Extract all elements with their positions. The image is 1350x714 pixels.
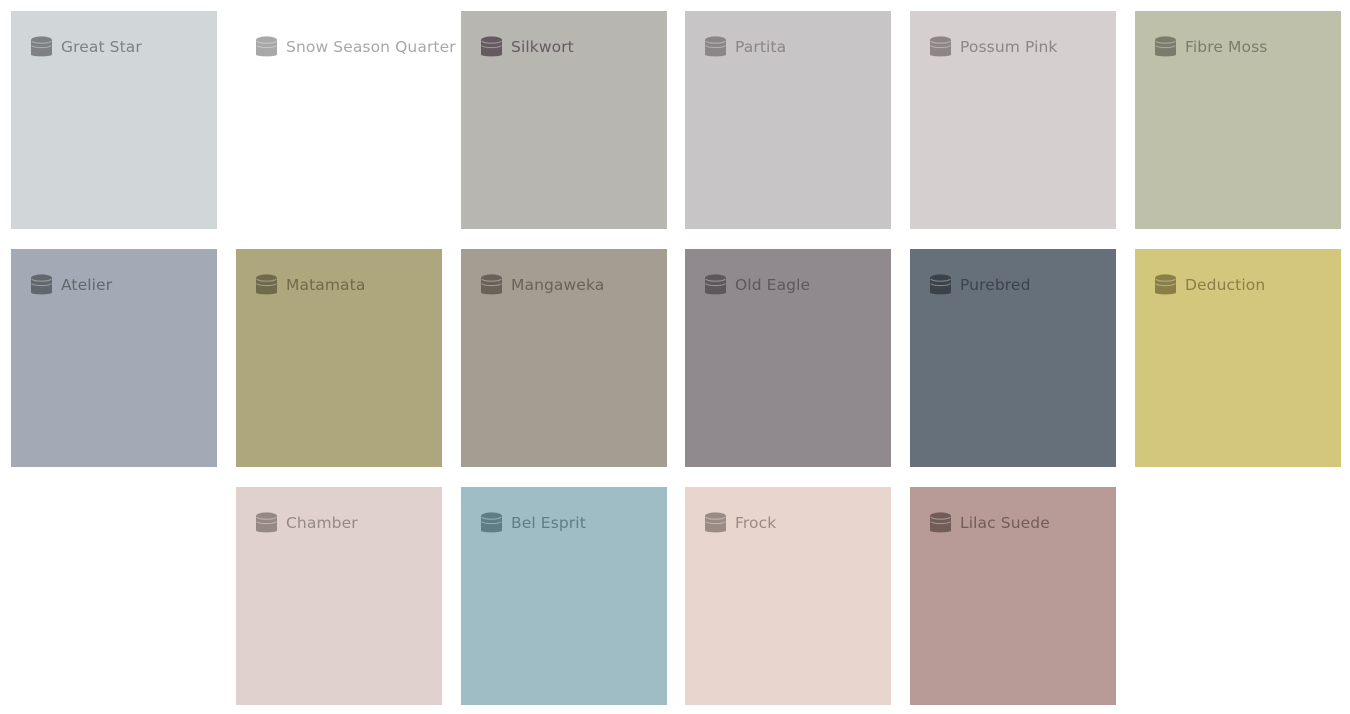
paint-can-icon bbox=[481, 274, 502, 296]
paint-can-icon bbox=[256, 36, 277, 58]
swatch-label: Partita bbox=[735, 38, 787, 56]
swatch-header: Frock bbox=[705, 512, 776, 534]
swatch-header: Great Star bbox=[31, 36, 142, 58]
swatch-atelier[interactable]: Atelier bbox=[11, 249, 217, 467]
paint-can-icon bbox=[705, 36, 726, 58]
paint-can-icon bbox=[930, 512, 951, 534]
swatch-label: Atelier bbox=[61, 276, 113, 294]
swatch-header: Snow Season Quarter bbox=[256, 36, 456, 58]
paint-can-icon bbox=[481, 512, 502, 534]
paint-can-icon bbox=[31, 274, 52, 296]
paint-can-icon bbox=[31, 36, 52, 58]
swatch-bel-esprit[interactable]: Bel Esprit bbox=[461, 487, 667, 705]
swatch-label: Frock bbox=[735, 514, 777, 532]
swatch-fibre-moss[interactable]: Fibre Moss bbox=[1135, 11, 1341, 229]
swatch-snow-season-quarter[interactable]: Snow Season Quarter bbox=[236, 11, 456, 229]
swatch-label: Mangaweka bbox=[511, 276, 605, 294]
swatch-mangaweka[interactable]: Mangaweka bbox=[461, 249, 667, 467]
paint-can-icon bbox=[930, 274, 951, 296]
swatch-header: Fibre Moss bbox=[1155, 36, 1267, 58]
swatch-header: Atelier bbox=[31, 274, 112, 296]
swatch-header: Deduction bbox=[1155, 274, 1265, 296]
swatch-label: Great Star bbox=[61, 38, 142, 56]
swatch-header: Lilac Suede bbox=[930, 512, 1050, 534]
swatch-silkwort[interactable]: Silkwort bbox=[461, 11, 667, 229]
paint-can-icon bbox=[256, 274, 277, 296]
swatch-header: Silkwort bbox=[481, 36, 574, 58]
swatch-great-star[interactable]: Great Star bbox=[11, 11, 217, 229]
swatch-lilac-suede[interactable]: Lilac Suede bbox=[910, 487, 1116, 705]
swatch-label: Possum Pink bbox=[960, 38, 1058, 56]
paint-can-icon bbox=[481, 36, 502, 58]
swatch-label: Deduction bbox=[1185, 276, 1266, 294]
swatch-header: Purebred bbox=[930, 274, 1031, 296]
swatch-header: Mangaweka bbox=[481, 274, 604, 296]
swatch-header: Possum Pink bbox=[930, 36, 1058, 58]
swatch-matamata[interactable]: Matamata bbox=[236, 249, 442, 467]
swatch-old-eagle[interactable]: Old Eagle bbox=[685, 249, 891, 467]
swatch-possum-pink[interactable]: Possum Pink bbox=[910, 11, 1116, 229]
swatch-chamber[interactable]: Chamber bbox=[236, 487, 442, 705]
swatch-header: Old Eagle bbox=[705, 274, 810, 296]
swatch-header: Partita bbox=[705, 36, 786, 58]
swatch-partita[interactable]: Partita bbox=[685, 11, 891, 229]
swatch-header: Chamber bbox=[256, 512, 358, 534]
swatch-label: Silkwort bbox=[511, 38, 574, 56]
swatch-label: Old Eagle bbox=[735, 276, 811, 294]
swatch-label: Lilac Suede bbox=[960, 514, 1050, 532]
paint-can-icon bbox=[256, 512, 277, 534]
paint-can-icon bbox=[705, 512, 726, 534]
swatch-label: Matamata bbox=[286, 276, 366, 294]
paint-can-icon bbox=[930, 36, 951, 58]
swatch-label: Purebred bbox=[960, 276, 1031, 294]
paint-can-icon bbox=[705, 274, 726, 296]
paint-can-icon bbox=[1155, 36, 1176, 58]
swatch-grid: Great Star Snow Season Quarter Silkwort … bbox=[0, 0, 1350, 714]
swatch-purebred[interactable]: Purebred bbox=[910, 249, 1116, 467]
swatch-label: Bel Esprit bbox=[511, 514, 586, 532]
swatch-frock[interactable]: Frock bbox=[685, 487, 891, 705]
swatch-deduction[interactable]: Deduction bbox=[1135, 249, 1341, 467]
swatch-header: Matamata bbox=[256, 274, 365, 296]
swatch-header: Bel Esprit bbox=[481, 512, 586, 534]
swatch-label: Snow Season Quarter bbox=[286, 38, 456, 56]
swatch-label: Fibre Moss bbox=[1185, 38, 1268, 56]
swatch-label: Chamber bbox=[286, 514, 358, 532]
paint-can-icon bbox=[1155, 274, 1176, 296]
